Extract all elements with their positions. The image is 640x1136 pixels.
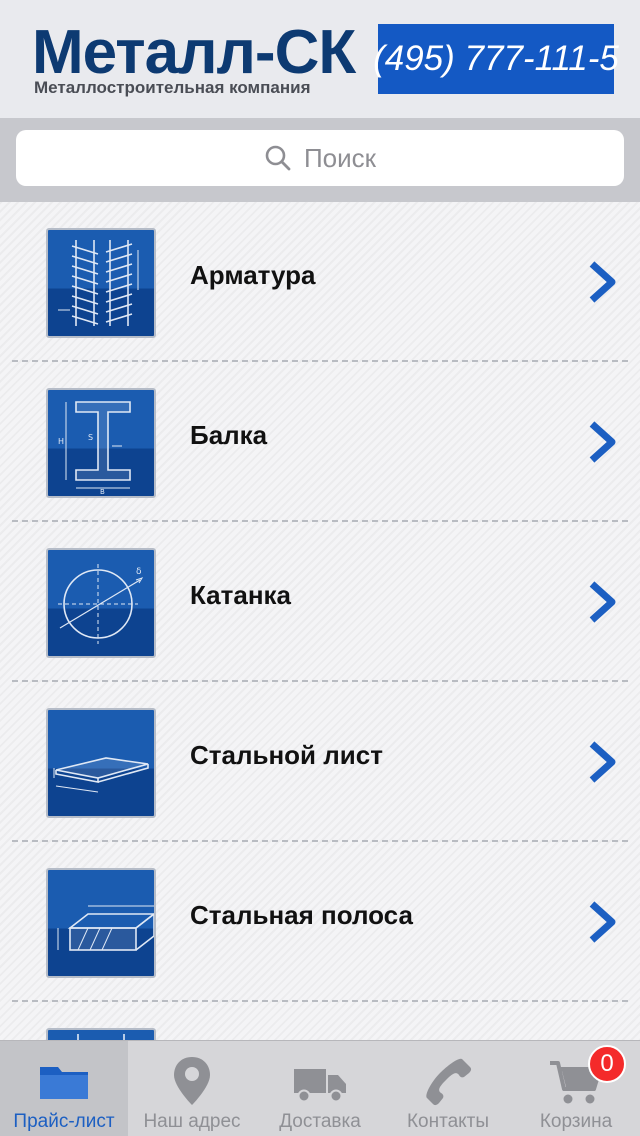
- tab-price-list[interactable]: Прайс-лист: [0, 1041, 128, 1136]
- catalog-list: Арматура H S B Балка δ Катанка Стальной …: [0, 202, 640, 1040]
- svg-text:S: S: [88, 433, 93, 442]
- logo-subtitle: Металлостроительная компания: [34, 78, 311, 97]
- chevron-right-icon: [589, 901, 616, 943]
- search-bar: Поиск: [0, 118, 640, 202]
- catalog-item-label: Балка: [190, 420, 268, 450]
- tab-contacts[interactable]: Контакты: [384, 1041, 512, 1136]
- tab-delivery[interactable]: Доставка: [256, 1041, 384, 1136]
- steel-strip-icon: [46, 868, 156, 978]
- catalog-item[interactable]: [0, 1002, 640, 1040]
- folder-icon: [40, 1067, 88, 1099]
- rebar-icon: [46, 228, 156, 338]
- catalog-item[interactable]: δ Катанка: [0, 522, 640, 682]
- steel-sheet-icon: [46, 708, 156, 818]
- cart-badge: 0: [588, 1045, 626, 1083]
- catalog-item[interactable]: H S B Балка: [0, 362, 640, 522]
- chevron-right-icon: [589, 741, 616, 783]
- search-placeholder: Поиск: [303, 142, 377, 173]
- header: Металл-СК Металлостроительная компания (…: [0, 0, 640, 118]
- svg-text:δ: δ: [136, 567, 142, 577]
- tab-bar: Прайс-лист Наш адрес Доставка Контакты 0…: [0, 1040, 640, 1136]
- tab-label: Контакты: [406, 1111, 490, 1132]
- wire-rod-icon: δ: [46, 548, 156, 658]
- phone-number-button[interactable]: (495) 777-111-5: [373, 24, 619, 94]
- search-input[interactable]: Поиск: [16, 130, 624, 186]
- chevron-right-icon: [589, 261, 616, 303]
- catalog-item[interactable]: Стальной лист: [0, 682, 640, 842]
- phone-icon: [426, 1058, 472, 1106]
- catalog-item-label: Стальная полоса: [190, 900, 413, 930]
- catalog-item[interactable]: Арматура: [0, 202, 640, 362]
- chevron-right-icon: [589, 421, 616, 463]
- catalog-item-label: Арматура: [190, 260, 316, 290]
- i-beam-icon: H S B: [46, 388, 156, 498]
- logo-title: Металл-СК: [32, 18, 356, 87]
- chevron-right-icon: [589, 581, 616, 623]
- app: Металл-СК Металлостроительная компания (…: [0, 0, 640, 1136]
- catalog-item-label: Стальной лист: [190, 740, 383, 770]
- company-logo: Металл-СК Металлостроительная компания: [32, 18, 356, 102]
- tab-our-address[interactable]: Наш адрес: [128, 1041, 256, 1136]
- tab-label: Корзина: [539, 1111, 613, 1132]
- tab-cart[interactable]: 0 Корзина: [512, 1041, 640, 1136]
- catalog-item[interactable]: Стальная полоса: [0, 842, 640, 1002]
- svg-text:H: H: [58, 437, 64, 446]
- map-pin-icon: [174, 1057, 210, 1105]
- truck-icon: [294, 1069, 346, 1103]
- catalog-item-label: Катанка: [190, 580, 292, 610]
- catalog-item-thumbnail: [46, 1028, 156, 1040]
- tab-label: Доставка: [279, 1111, 361, 1132]
- search-icon: [265, 145, 291, 171]
- tab-label: Прайс-лист: [13, 1111, 115, 1132]
- tab-label: Наш адрес: [143, 1111, 241, 1132]
- svg-text:B: B: [100, 488, 105, 496]
